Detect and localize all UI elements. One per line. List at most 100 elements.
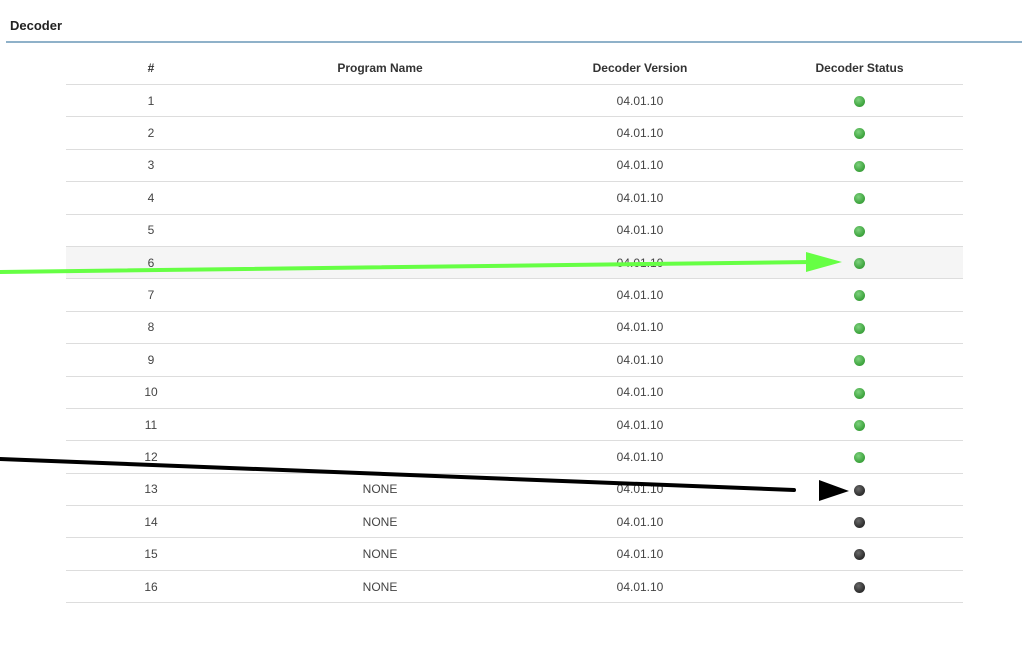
cell-decoder-version: 04.01.10: [524, 214, 756, 247]
cell-decoder-status: [756, 537, 963, 571]
cell-decoder-status: [756, 570, 963, 604]
cell-decoder-status: [756, 181, 963, 215]
cell-number: 6: [66, 246, 236, 280]
cell-decoder-status: [756, 149, 963, 183]
section-title: Decoder: [10, 18, 63, 33]
cell-decoder-status: [756, 246, 963, 280]
cell-program-name: NONE: [236, 473, 524, 507]
cell-program-name: [236, 311, 524, 345]
cell-program-name: [236, 278, 524, 312]
table-row[interactable]: 14 NONE 04.01.10: [66, 505, 963, 539]
table-row[interactable]: 8 04.01.10: [66, 311, 963, 345]
cell-number: 14: [66, 505, 236, 539]
column-header-program-name[interactable]: Program Name: [236, 52, 524, 85]
cell-decoder-version: 04.01.10: [524, 408, 756, 442]
column-header-decoder-status[interactable]: Decoder Status: [756, 52, 963, 85]
cell-decoder-version: 04.01.10: [524, 149, 756, 183]
cell-number: 11: [66, 408, 236, 442]
table-row[interactable]: 2 04.01.10: [66, 116, 963, 150]
cell-decoder-status: [756, 440, 963, 474]
cell-program-name: [236, 149, 524, 183]
cell-program-name: NONE: [236, 505, 524, 539]
cell-decoder-version: 04.01.10: [524, 343, 756, 377]
cell-decoder-status: [756, 408, 963, 442]
cell-decoder-version: 04.01.10: [524, 505, 756, 539]
cell-program-name: [236, 84, 524, 118]
status-dot-green-icon: [854, 193, 865, 205]
status-dot-green-icon: [854, 257, 865, 269]
table-row[interactable]: 4 04.01.10: [66, 181, 963, 215]
cell-program-name: [236, 181, 524, 215]
table-row[interactable]: 16 NONE 04.01.10: [66, 570, 963, 604]
cell-number: 9: [66, 343, 236, 377]
table-row[interactable]: 7 04.01.10: [66, 278, 963, 312]
cell-decoder-status: [756, 214, 963, 247]
table-row[interactable]: 1 04.01.10: [66, 84, 963, 118]
status-dot-black-icon: [854, 484, 865, 496]
status-dot-green-icon: [854, 290, 865, 302]
cell-decoder-status: [756, 505, 963, 539]
cell-number: 15: [66, 537, 236, 571]
cell-decoder-version: 04.01.10: [524, 537, 756, 571]
cell-number: 16: [66, 570, 236, 604]
status-dot-black-icon: [854, 549, 865, 561]
cell-decoder-status: [756, 116, 963, 150]
status-dot-green-icon: [854, 96, 865, 108]
cell-decoder-status: [756, 311, 963, 345]
cell-decoder-version: 04.01.10: [524, 376, 756, 409]
table-row[interactable]: 12 04.01.10: [66, 440, 963, 474]
cell-decoder-status: [756, 278, 963, 312]
cell-decoder-status: [756, 376, 963, 409]
table-body: 1 04.01.10 2 04.01.10 3 04.01.10 4 04.01.10 5 04.…: [66, 84, 963, 604]
cell-program-name: NONE: [236, 570, 524, 604]
cell-number: 8: [66, 311, 236, 345]
cell-number: 12: [66, 440, 236, 474]
decoder-table: # Program Name Decoder Version Decoder S…: [66, 52, 963, 604]
status-dot-green-icon: [854, 419, 865, 431]
table-row[interactable]: 9 04.01.10: [66, 343, 963, 377]
table-row[interactable]: 6 04.01.10: [66, 246, 963, 280]
cell-number: 2: [66, 116, 236, 150]
table-row[interactable]: 13 NONE 04.01.10: [66, 473, 963, 507]
table-row[interactable]: 11 04.01.10: [66, 408, 963, 442]
table-row[interactable]: 10 04.01.10: [66, 376, 963, 409]
cell-decoder-status: [756, 343, 963, 377]
column-header-decoder-version[interactable]: Decoder Version: [524, 52, 756, 85]
cell-decoder-status: [756, 84, 963, 118]
status-dot-green-icon: [854, 355, 865, 367]
status-dot-green-icon: [854, 387, 865, 399]
column-header-number[interactable]: #: [66, 52, 236, 85]
table-row[interactable]: 3 04.01.10: [66, 149, 963, 183]
cell-program-name: [236, 408, 524, 442]
table-row[interactable]: 5 04.01.10: [66, 214, 963, 247]
status-dot-green-icon: [854, 452, 865, 464]
cell-number: 10: [66, 376, 236, 409]
cell-decoder-version: 04.01.10: [524, 246, 756, 280]
cell-decoder-version: 04.01.10: [524, 116, 756, 150]
status-dot-green-icon: [854, 128, 865, 140]
status-dot-black-icon: [854, 581, 865, 593]
cell-program-name: [236, 440, 524, 474]
cell-decoder-status: [756, 473, 963, 507]
status-dot-green-icon: [854, 160, 865, 172]
cell-program-name: [236, 343, 524, 377]
section-divider: [6, 41, 1022, 43]
table-header-row: # Program Name Decoder Version Decoder S…: [66, 52, 963, 85]
cell-number: 5: [66, 214, 236, 247]
decoder-page: Decoder # Program Name Decoder Version D…: [0, 0, 1036, 658]
cell-number: 13: [66, 473, 236, 507]
cell-decoder-version: 04.01.10: [524, 440, 756, 474]
cell-program-name: [236, 376, 524, 409]
cell-decoder-version: 04.01.10: [524, 84, 756, 118]
cell-decoder-version: 04.01.10: [524, 181, 756, 215]
cell-program-name: NONE: [236, 537, 524, 571]
cell-program-name: [236, 214, 524, 247]
cell-program-name: [236, 116, 524, 150]
cell-decoder-version: 04.01.10: [524, 278, 756, 312]
cell-number: 7: [66, 278, 236, 312]
cell-decoder-version: 04.01.10: [524, 473, 756, 507]
status-dot-green-icon: [854, 322, 865, 334]
cell-program-name: [236, 246, 524, 280]
table-row[interactable]: 15 NONE 04.01.10: [66, 537, 963, 571]
cell-number: 1: [66, 84, 236, 118]
